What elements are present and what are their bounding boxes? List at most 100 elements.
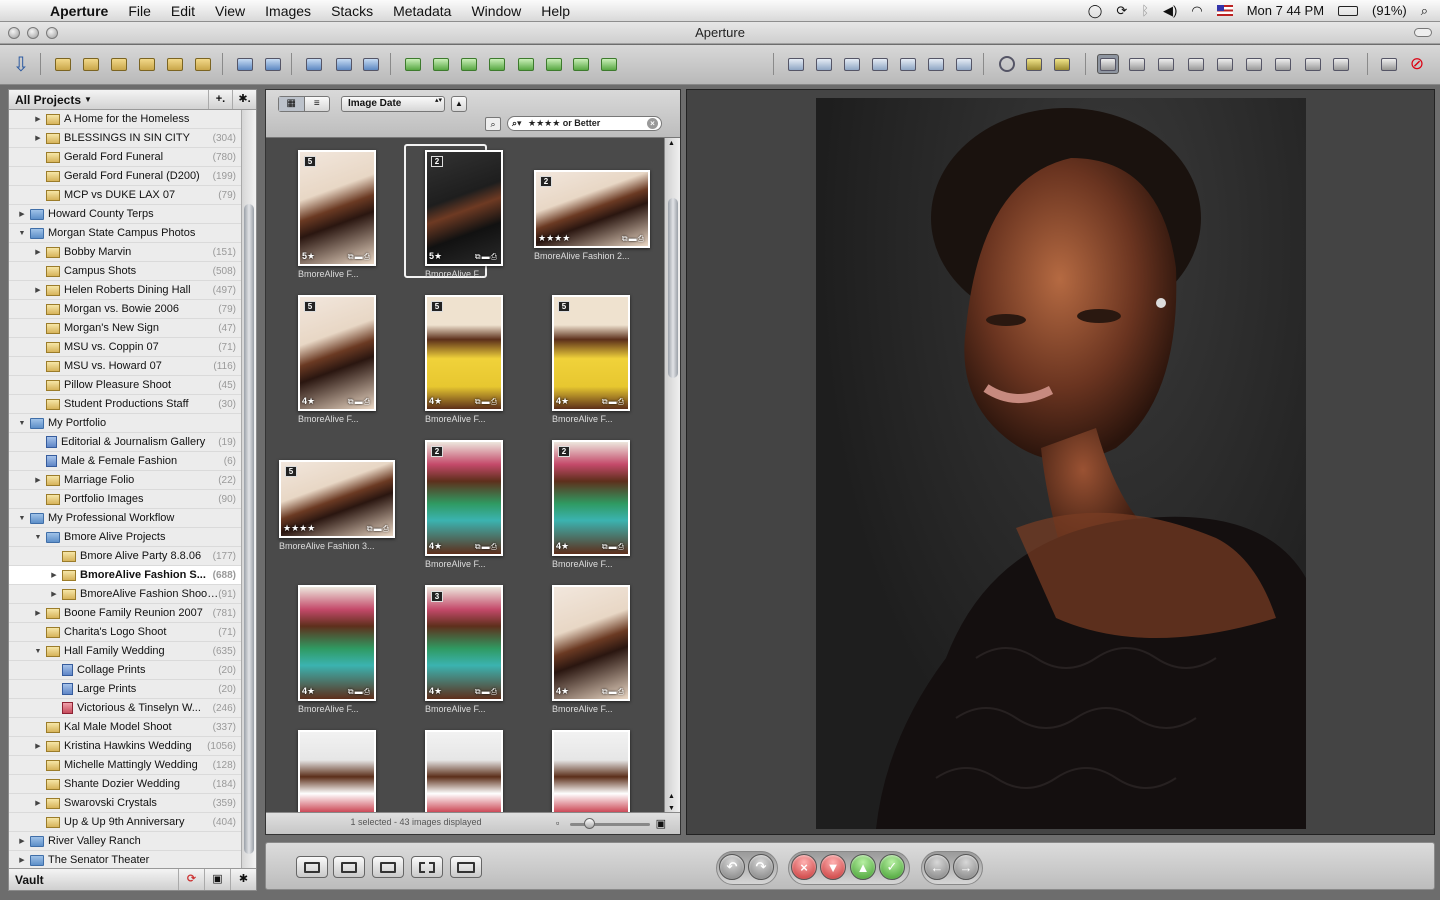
list-view-icon[interactable]: ≡ [305, 97, 330, 111]
project-row[interactable]: Shante Dozier Wedding (184) [9, 775, 242, 794]
thumbnail[interactable]: 2 4★ ⧉▬⎙ BmoreAlive F... [534, 438, 654, 578]
project-row[interactable]: Portfolio Images (90) [9, 490, 242, 509]
disclosure-open-icon[interactable]: ▼ [17, 230, 27, 237]
project-row[interactable]: ▶ Helen Roberts Dining Hall (497) [9, 281, 242, 300]
stop-icon[interactable]: ⊘ [1406, 54, 1428, 74]
thumbnail[interactable]: 3 4★ ⧉▬⎙ BmoreAlive F... [407, 583, 527, 723]
thumbnail-image[interactable] [425, 730, 503, 814]
redeye-tool-icon[interactable] [1272, 54, 1294, 74]
disclosure-closed-icon[interactable]: ▶ [33, 742, 43, 750]
loupe-icon[interactable] [996, 54, 1018, 74]
clear-search-icon[interactable]: × [647, 118, 658, 129]
project-row[interactable]: Gerald Ford Funeral (780) [9, 148, 242, 167]
slider-knob[interactable] [584, 818, 595, 829]
rotate-left-icon[interactable] [402, 54, 424, 74]
volume-icon[interactable]: ◀) [1163, 3, 1177, 19]
thumbnail[interactable]: 2 ★★★★ ⧉▬⎙ BmoreAlive Fashion 2... [534, 148, 654, 288]
retouch-tool-icon[interactable] [1214, 54, 1236, 74]
minimize-window-icon[interactable] [27, 27, 39, 39]
pointer-tool-icon[interactable] [262, 54, 284, 74]
thumbnail[interactable]: 4★ ⧉▬⎙ BmoreAlive F... [534, 583, 654, 723]
main-photo[interactable] [816, 98, 1306, 829]
stack-count-badge[interactable]: 5 [558, 301, 570, 312]
projects-scrollbar[interactable] [241, 110, 256, 870]
import-icon[interactable]: ⇩ [10, 54, 32, 76]
scroll-up-icon-lower[interactable]: ▲ [668, 793, 675, 800]
rotate-left-icon[interactable]: ↶ [719, 854, 745, 880]
disclosure-closed-icon[interactable]: ▶ [33, 115, 43, 123]
projects-scope-popup[interactable]: All Projects [15, 93, 81, 107]
rotate-tool-icon[interactable] [1126, 54, 1148, 74]
project-row[interactable]: Morgan's New Sign (47) [9, 319, 242, 338]
vault-add-icon[interactable]: ▣ [204, 869, 230, 890]
thumbnail-image[interactable] [552, 730, 630, 814]
viewer-5-icon[interactable] [897, 54, 919, 74]
query-hud-icon[interactable]: ⌕ [485, 117, 501, 131]
menu-metadata[interactable]: Metadata [383, 3, 461, 19]
new-smart-album-icon[interactable] [108, 54, 130, 74]
view-mode-segmented[interactable]: ▦ ≡ [278, 96, 330, 112]
thumbnail[interactable] [280, 728, 400, 814]
vault-gear-icon[interactable]: ✱ [230, 869, 256, 890]
stack-count-badge[interactable]: 5 [431, 301, 443, 312]
project-row[interactable]: MSU vs. Howard 07 (116) [9, 357, 242, 376]
increase-rating-icon[interactable]: ▲ [850, 854, 876, 880]
menu-app-name[interactable]: Aperture [40, 3, 118, 19]
thumbnail[interactable]: 2 5★ ⧉▬⎙ BmoreAlive F... [404, 144, 527, 288]
thumbnail-image[interactable]: 2 5★ ⧉▬⎙ [425, 150, 503, 266]
grid-view-icon[interactable]: ▦ [279, 97, 305, 111]
straighten-tool-icon[interactable] [1155, 54, 1177, 74]
thumbnail[interactable]: 5 4★ ⧉▬⎙ BmoreAlive F... [534, 293, 654, 433]
menu-edit[interactable]: Edit [161, 3, 205, 19]
spotlight-icon[interactable]: ⌕ [1421, 3, 1428, 19]
rotate-right-icon[interactable] [430, 54, 452, 74]
thumbnail-image[interactable]: 5 4★ ⧉▬⎙ [552, 295, 630, 411]
thumbnail-image[interactable]: 5 5★ ⧉▬⎙ [298, 150, 376, 266]
project-row[interactable]: Large Prints (20) [9, 680, 242, 699]
zoom-window-icon[interactable] [46, 27, 58, 39]
time-machine-icon[interactable]: ⟳ [1116, 3, 1127, 19]
select-tool-icon[interactable] [234, 54, 256, 74]
single-view-icon[interactable] [450, 856, 482, 878]
menu-view[interactable]: View [205, 3, 255, 19]
disclosure-closed-icon[interactable]: ▶ [49, 571, 59, 579]
thumbnail-size-slider[interactable]: ▫ ▣ [556, 818, 666, 830]
viewer-7-icon[interactable] [953, 54, 975, 74]
arrow-tool-icon[interactable] [1097, 54, 1119, 74]
menubar-clock[interactable]: Mon 7 44 PM [1247, 3, 1324, 18]
close-window-icon[interactable] [8, 27, 20, 39]
thumbnail[interactable] [534, 728, 654, 814]
thumbnail-image[interactable]: 2 ★★★★ ⧉▬⎙ [534, 170, 650, 248]
slider-track[interactable] [570, 823, 650, 826]
stamp-tool-icon[interactable] [1330, 54, 1352, 74]
viewer-6-icon[interactable] [925, 54, 947, 74]
menu-file[interactable]: File [118, 3, 161, 19]
disclosure-open-icon[interactable]: ▼ [33, 534, 43, 541]
menu-help[interactable]: Help [531, 3, 580, 19]
disclosure-closed-icon[interactable]: ▶ [33, 248, 43, 256]
projects-scroll-thumb[interactable] [244, 204, 254, 854]
decrease-rating-icon[interactable]: ▼ [820, 854, 846, 880]
thumbnail-image[interactable]: 3 4★ ⧉▬⎙ [425, 585, 503, 701]
project-row[interactable]: Kal Male Model Shoot (337) [9, 718, 242, 737]
project-row[interactable]: Victorious & Tinselyn W... (246) [9, 699, 242, 718]
disclosure-closed-icon[interactable]: ▶ [33, 609, 43, 617]
thumbnail-image[interactable]: 2 4★ ⧉▬⎙ [425, 440, 503, 556]
disclosure-closed-icon[interactable]: ▶ [17, 856, 27, 864]
project-row[interactable]: Bmore Alive Party 8.8.06 (177) [9, 547, 242, 566]
project-row[interactable]: MSU vs. Coppin 07 (71) [9, 338, 242, 357]
chevron-down-icon[interactable]: ▼ [84, 95, 92, 104]
stack-count-badge[interactable]: 5 [285, 466, 297, 477]
project-row[interactable]: Michelle Mattingly Wedding (128) [9, 756, 242, 775]
project-row[interactable]: Morgan vs. Bowie 2006 (79) [9, 300, 242, 319]
thumbnail[interactable]: 5 4★ ⧉▬⎙ BmoreAlive F... [407, 293, 527, 433]
split-icon[interactable] [598, 54, 620, 74]
select-icon[interactable]: ✓ [879, 854, 905, 880]
lift-tool-icon[interactable] [1302, 54, 1324, 74]
rotate-right-icon[interactable]: ↷ [748, 854, 774, 880]
project-row[interactable]: Collage Prints (20) [9, 661, 242, 680]
wifi-icon[interactable]: ◠ [1191, 3, 1202, 19]
filter-search-field[interactable]: ⌕▾ ★★★★ or Better × [507, 116, 662, 131]
stack-count-badge[interactable]: 2 [558, 446, 570, 457]
viewer-2-icon[interactable] [813, 54, 835, 74]
